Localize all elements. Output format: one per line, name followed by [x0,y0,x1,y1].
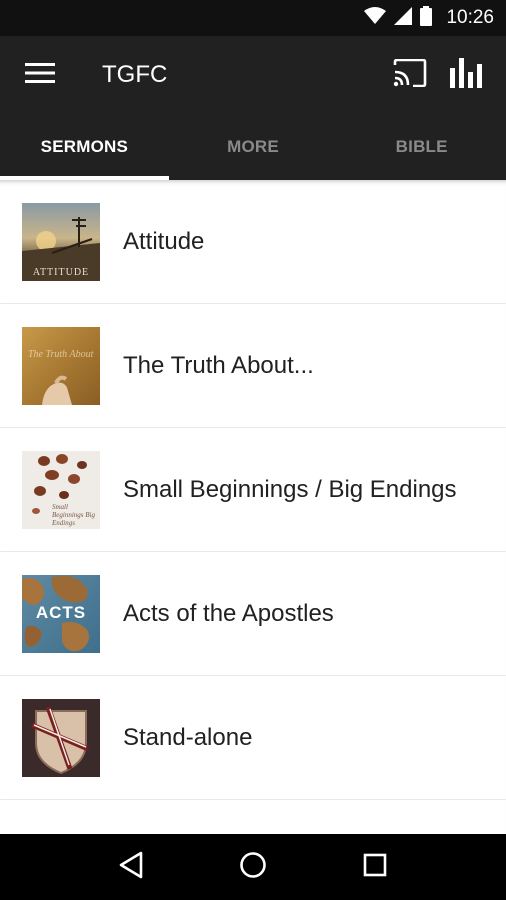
status-icons: 10:26 [364,5,494,31]
wifi-icon [364,6,387,30]
sermon-thumbnail: The Truth About [22,326,100,405]
sermon-title: Acts of the Apostles [123,599,334,627]
list-item[interactable]: Small Beginnings Big Endings Small Begin… [0,428,506,552]
sermon-thumbnail: ATTITUDE [22,202,100,281]
home-button[interactable] [223,837,283,897]
thumb-caption: ATTITUDE [32,266,90,278]
cast-button[interactable] [382,36,438,114]
sermon-thumbnail [22,698,100,777]
signal-icon [394,6,413,30]
sermon-title: The Truth About... [123,351,314,379]
list-item[interactable]: Stand-alone [0,676,506,800]
thumb-caption: Small Beginnings Big Endings [52,502,95,527]
tab-label: SERMONS [40,137,129,156]
list-item[interactable]: The Truth About The Truth About... [0,304,506,428]
system-nav-bar [0,834,506,900]
back-icon [118,851,144,884]
tab-sermons[interactable]: SERMONS [0,114,169,180]
hamburger-menu-icon [25,62,55,88]
sermon-title: Stand-alone [123,723,253,751]
tab-bible[interactable]: BIBLE [337,114,506,180]
tab-bar: SERMONS MORE BIBLE [0,114,506,180]
thumb-caption: ACTS [35,602,87,622]
home-icon [239,851,267,884]
sermon-thumbnail: ACTS [22,574,100,653]
cast-icon [393,58,427,92]
sermon-title: Attitude [123,227,205,255]
status-time: 10:26 [446,7,494,28]
stats-button[interactable] [438,36,494,114]
tab-label: BIBLE [395,137,448,156]
sermon-list: ATTITUDE Attitude The Truth About The Tr… [0,180,506,834]
status-bar: 10:26 [0,0,506,36]
recents-icon [363,853,387,882]
tab-more[interactable]: MORE [169,114,338,180]
bar-chart-icon [450,57,482,93]
sermon-thumbnail: Small Beginnings Big Endings [22,450,100,529]
thumb-caption: The Truth About [28,348,94,360]
recents-button[interactable] [345,837,405,897]
back-button[interactable] [101,837,161,897]
tab-label: MORE [227,137,279,156]
list-item[interactable]: ACTS Acts of the Apostles [0,552,506,676]
battery-icon [420,5,433,31]
menu-button[interactable] [0,36,80,114]
app-title: TGFC [102,61,168,88]
sermon-title: Small Beginnings / Big Endings [123,475,457,503]
app-bar: TGFC [0,36,506,114]
list-item[interactable]: ATTITUDE Attitude [0,180,506,304]
